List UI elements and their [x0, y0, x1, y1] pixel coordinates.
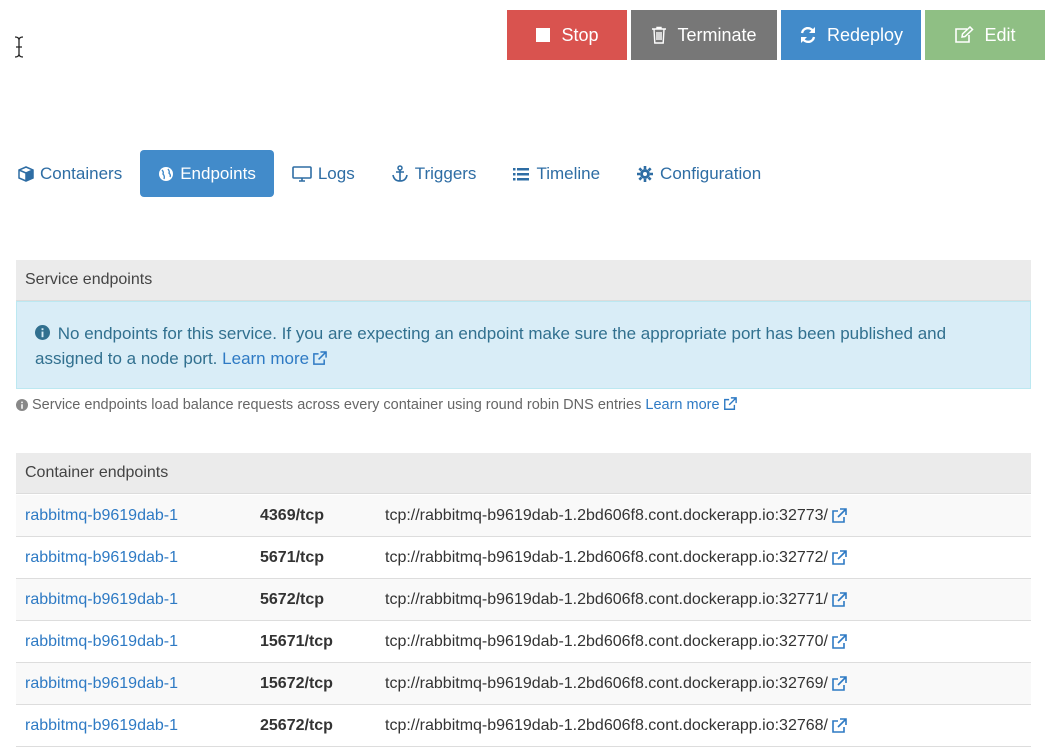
tab-configuration-label: Configuration — [660, 163, 762, 183]
port-cell: 5671/tcp — [260, 548, 325, 566]
redeploy-button-label: Redeploy — [826, 24, 904, 45]
port-cell: 15671/tcp — [260, 632, 333, 650]
terminate-button[interactable]: Terminate — [631, 10, 777, 60]
container-endpoints-table: rabbitmq-b9619dab-1 4369/tcp tcp://rabbi… — [16, 495, 1031, 747]
endpoint-url: tcp://rabbitmq-b9619dab-1.2bd606f8.cont.… — [385, 674, 828, 692]
external-link-icon[interactable] — [831, 549, 847, 566]
refresh-icon — [800, 26, 816, 44]
container-link[interactable]: rabbitmq-b9619dab-1 — [25, 633, 178, 650]
tab-bar: Containers Endpoints Logs Triggers Timel… — [0, 150, 779, 197]
container-link[interactable]: rabbitmq-b9619dab-1 — [25, 717, 178, 734]
globe-icon — [159, 166, 174, 181]
tab-triggers[interactable]: Triggers — [373, 150, 495, 197]
service-endpoints-help: Service endpoints load balance requests … — [16, 397, 737, 413]
endpoint-url: tcp://rabbitmq-b9619dab-1.2bd606f8.cont.… — [385, 632, 828, 650]
port-cell: 15672/tcp — [260, 674, 333, 692]
action-toolbar: Stop Terminate Redeploy Edit — [507, 10, 1045, 60]
anchor-icon — [391, 164, 408, 182]
container-endpoints-heading: Container endpoints — [16, 453, 1031, 494]
tab-endpoints-label: Endpoints — [180, 163, 256, 183]
edit-button[interactable]: Edit — [925, 10, 1045, 60]
redeploy-button[interactable]: Redeploy — [781, 10, 921, 60]
external-link-icon[interactable] — [831, 675, 847, 692]
alert-text: No endpoints for this service. If you ar… — [35, 324, 947, 368]
help-text: Service endpoints load balance requests … — [32, 397, 642, 413]
table-row: rabbitmq-b9619dab-1 4369/tcp tcp://rabbi… — [16, 495, 1031, 537]
container-link[interactable]: rabbitmq-b9619dab-1 — [25, 507, 178, 524]
external-link-icon[interactable] — [831, 507, 847, 524]
tab-endpoints[interactable]: Endpoints — [140, 150, 274, 197]
table-row: rabbitmq-b9619dab-1 25672/tcp tcp://rabb… — [16, 705, 1031, 747]
tab-logs-label: Logs — [317, 163, 355, 183]
stop-button[interactable]: Stop — [507, 10, 627, 60]
service-endpoints-title: Service endpoints — [25, 271, 153, 288]
endpoint-url: tcp://rabbitmq-b9619dab-1.2bd606f8.cont.… — [385, 590, 828, 608]
endpoint-url: tcp://rabbitmq-b9619dab-1.2bd606f8.cont.… — [385, 716, 828, 734]
terminate-button-label: Terminate — [677, 24, 757, 45]
external-link-icon[interactable] — [831, 717, 847, 734]
stop-button-label: Stop — [561, 24, 599, 45]
table-row: rabbitmq-b9619dab-1 15671/tcp tcp://rabb… — [16, 621, 1031, 663]
tab-containers-label: Containers — [40, 163, 123, 183]
container-link[interactable]: rabbitmq-b9619dab-1 — [25, 549, 178, 566]
port-cell: 25672/tcp — [260, 716, 333, 734]
info-icon — [35, 325, 50, 340]
trash-icon — [652, 26, 667, 44]
list-icon — [513, 167, 530, 180]
info-icon — [16, 399, 28, 411]
external-link-icon — [313, 351, 327, 365]
table-row: rabbitmq-b9619dab-1 5672/tcp tcp://rabbi… — [16, 579, 1031, 621]
edit-button-label: Edit — [984, 24, 1016, 45]
external-link-icon[interactable] — [831, 633, 847, 650]
container-link[interactable]: rabbitmq-b9619dab-1 — [25, 591, 178, 608]
endpoint-url: tcp://rabbitmq-b9619dab-1.2bd606f8.cont.… — [385, 548, 828, 566]
tab-containers[interactable]: Containers — [0, 150, 140, 197]
tab-timeline-label: Timeline — [536, 163, 601, 183]
text-cursor-icon — [13, 36, 25, 58]
tab-timeline[interactable]: Timeline — [494, 150, 618, 197]
port-cell: 5672/tcp — [260, 590, 325, 608]
endpoint-url: tcp://rabbitmq-b9619dab-1.2bd606f8.cont.… — [385, 506, 828, 524]
edit-icon — [955, 26, 975, 43]
tab-configuration[interactable]: Configuration — [618, 150, 779, 197]
table-row: rabbitmq-b9619dab-1 15672/tcp tcp://rabb… — [16, 663, 1031, 705]
alert-learn-more-link[interactable]: Learn more — [222, 349, 327, 368]
tab-logs[interactable]: Logs — [274, 150, 373, 197]
service-endpoints-heading: Service endpoints — [16, 260, 1031, 301]
help-learn-more-link[interactable]: Learn more — [645, 397, 737, 413]
container-endpoints-title: Container endpoints — [25, 464, 169, 481]
port-cell: 4369/tcp — [260, 506, 325, 524]
gear-icon — [637, 165, 654, 182]
table-row: rabbitmq-b9619dab-1 5671/tcp tcp://rabbi… — [16, 537, 1031, 579]
stop-icon — [536, 28, 551, 42]
desktop-icon — [292, 165, 312, 182]
cube-icon — [18, 165, 34, 182]
external-link-icon — [723, 397, 737, 410]
external-link-icon[interactable] — [831, 591, 847, 608]
no-endpoints-alert: No endpoints for this service. If you ar… — [16, 301, 1031, 389]
tab-triggers-label: Triggers — [414, 163, 477, 183]
container-link[interactable]: rabbitmq-b9619dab-1 — [25, 675, 178, 692]
